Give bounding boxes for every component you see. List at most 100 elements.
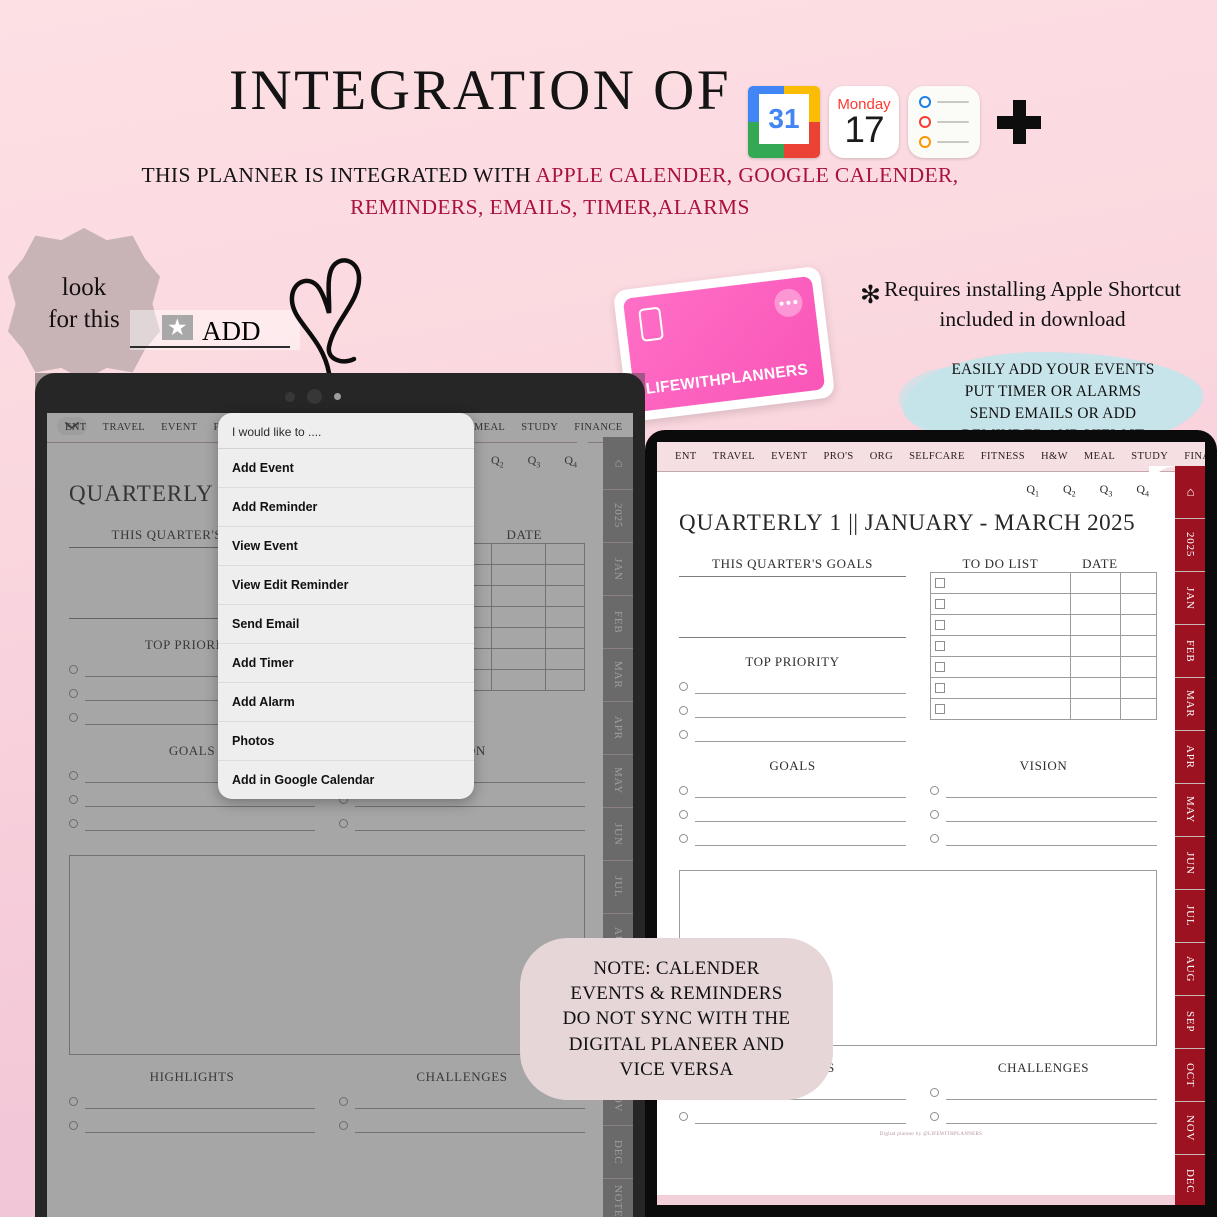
quarter-goals-box-right[interactable] (679, 576, 906, 639)
side-tab-aug[interactable]: AUG (1175, 943, 1205, 996)
todo-date-cell[interactable] (490, 648, 546, 671)
side-tab-may[interactable]: MAY (1175, 784, 1205, 837)
checkbox-icon[interactable] (935, 704, 945, 715)
checkbox-icon[interactable] (935, 599, 945, 610)
side-tab-2025[interactable]: 2025 (603, 490, 633, 543)
side-tab-2025[interactable]: 2025 (1175, 519, 1205, 572)
quarter-tab-q4[interactable]: Q4 (1136, 482, 1149, 498)
dropdown-item-view-edit-reminder[interactable]: View Edit Reminder (218, 566, 474, 605)
nav-item-event[interactable]: EVENT (771, 451, 807, 462)
vision-line[interactable] (339, 815, 585, 832)
goals-line[interactable] (679, 830, 906, 847)
side-tab-feb[interactable]: FEB (1175, 625, 1205, 678)
goals-line[interactable] (679, 806, 906, 823)
todo-extra-cell[interactable] (544, 585, 586, 608)
goals-line[interactable] (679, 782, 906, 799)
todo-date-cell[interactable] (490, 585, 546, 608)
quarter-tab-q2[interactable]: Q2 (1063, 482, 1076, 498)
todo-row[interactable] (929, 656, 1158, 679)
todo-row[interactable] (929, 635, 1158, 658)
todo-date-cell[interactable] (1070, 656, 1121, 679)
todo-extra-cell[interactable] (544, 648, 586, 671)
side-tab-nov[interactable]: NOV (1175, 1102, 1205, 1155)
todo-extra-cell[interactable] (544, 543, 586, 566)
side-tab-jun[interactable]: JUN (603, 808, 633, 861)
nav-item-selfcare[interactable]: SELFCARE (909, 451, 965, 462)
challenges-line[interactable] (930, 1108, 1157, 1125)
todo-row[interactable] (929, 572, 1158, 595)
add-action-dropdown[interactable]: I would like to .... Add Event Add Remind… (218, 413, 474, 799)
side-tab-mar[interactable]: MAR (1175, 678, 1205, 731)
checkbox-icon[interactable] (935, 641, 945, 652)
todo-extra-cell[interactable] (544, 606, 586, 629)
vision-line[interactable] (930, 782, 1157, 799)
side-tab-home-icon[interactable]: ⌂ (1175, 466, 1205, 519)
side-tab-jul[interactable]: JUL (1175, 890, 1205, 943)
todo-row[interactable] (929, 677, 1158, 700)
todo-date-cell[interactable] (490, 669, 546, 692)
todo-date-cell[interactable] (490, 543, 546, 566)
side-tab-notes[interactable]: NOTES (603, 1179, 633, 1217)
todo-extra-cell[interactable] (544, 669, 586, 692)
todo-extra-cell[interactable] (1119, 656, 1158, 679)
todo-extra-cell[interactable] (1119, 635, 1158, 658)
todo-date-cell[interactable] (490, 627, 546, 650)
todo-extra-cell[interactable] (1119, 572, 1158, 595)
quarter-tab-q4[interactable]: Q4 (564, 453, 577, 469)
side-tab-apr[interactable]: APR (603, 702, 633, 755)
todo-row[interactable] (929, 698, 1158, 721)
highlights-line[interactable] (69, 1093, 315, 1110)
side-tab-home-icon[interactable]: ⌂ (603, 437, 633, 490)
side-tab-jan[interactable]: JAN (603, 543, 633, 596)
dropdown-item-add-in-google-calendar[interactable]: Add in Google Calendar (218, 761, 474, 799)
quarter-tab-q1[interactable]: Q1 (1026, 482, 1039, 498)
vision-line[interactable] (930, 830, 1157, 847)
todo-date-cell[interactable] (1070, 593, 1121, 616)
side-tab-apr[interactable]: APR (1175, 731, 1205, 784)
todo-extra-cell[interactable] (1119, 614, 1158, 637)
side-tab-jun[interactable]: JUN (1175, 837, 1205, 890)
notes-box-left[interactable] (69, 855, 585, 1056)
todo-row[interactable] (929, 614, 1158, 637)
challenges-line[interactable] (339, 1117, 585, 1134)
side-tab-may[interactable]: MAY (603, 755, 633, 808)
highlights-line[interactable] (679, 1108, 906, 1125)
nav-item-org[interactable]: ORG (870, 451, 893, 462)
side-tab-dec[interactable]: DEC (1175, 1155, 1205, 1205)
add-button-sample[interactable]: ★ (162, 315, 193, 340)
dropdown-item-send-email[interactable]: Send Email (218, 605, 474, 644)
todo-date-cell[interactable] (1070, 572, 1121, 595)
todo-date-cell[interactable] (490, 564, 546, 587)
nav-item-travel[interactable]: TRAVEL (103, 422, 145, 433)
dropdown-item-add-reminder[interactable]: Add Reminder (218, 488, 474, 527)
more-options-icon[interactable] (772, 287, 805, 319)
side-tab-dec[interactable]: DEC (603, 1126, 633, 1179)
goals-line[interactable] (69, 815, 315, 832)
checkbox-icon[interactable] (935, 620, 945, 631)
challenges-line[interactable] (930, 1084, 1157, 1101)
side-tab-feb[interactable]: FEB (603, 596, 633, 649)
dropdown-item-photos[interactable]: Photos (218, 722, 474, 761)
highlights-line[interactable] (69, 1117, 315, 1134)
dropdown-item-add-timer[interactable]: Add Timer (218, 644, 474, 683)
side-tab-oct[interactable]: OCT (1175, 1049, 1205, 1102)
nav-item-study[interactable]: STUDY (521, 422, 558, 433)
top-priority-line[interactable] (679, 678, 906, 695)
todo-extra-cell[interactable] (1119, 593, 1158, 616)
vision-line[interactable] (930, 806, 1157, 823)
quarter-tab-q2[interactable]: Q2 (491, 453, 504, 469)
nav-item-travel[interactable]: TRAVEL (713, 451, 755, 462)
checkbox-icon[interactable] (935, 683, 945, 694)
top-priority-line[interactable] (679, 702, 906, 719)
todo-date-cell[interactable] (1070, 698, 1121, 721)
nav-item-ent[interactable]: ENT (675, 451, 697, 462)
todo-date-cell[interactable] (1070, 677, 1121, 700)
nav-item-fitness[interactable]: FITNESS (981, 451, 1025, 462)
side-tab-mar[interactable]: MAR (603, 649, 633, 702)
dropdown-item-add-event[interactable]: Add Event (218, 449, 474, 488)
todo-table-right[interactable] (929, 572, 1158, 721)
nav-item-h-w[interactable]: H&W (1041, 451, 1068, 462)
nav-item-pro-s[interactable]: PRO'S (824, 451, 854, 462)
nav-item-meal[interactable]: MEAL (1084, 451, 1115, 462)
quarter-tab-q3[interactable]: Q3 (528, 453, 541, 469)
